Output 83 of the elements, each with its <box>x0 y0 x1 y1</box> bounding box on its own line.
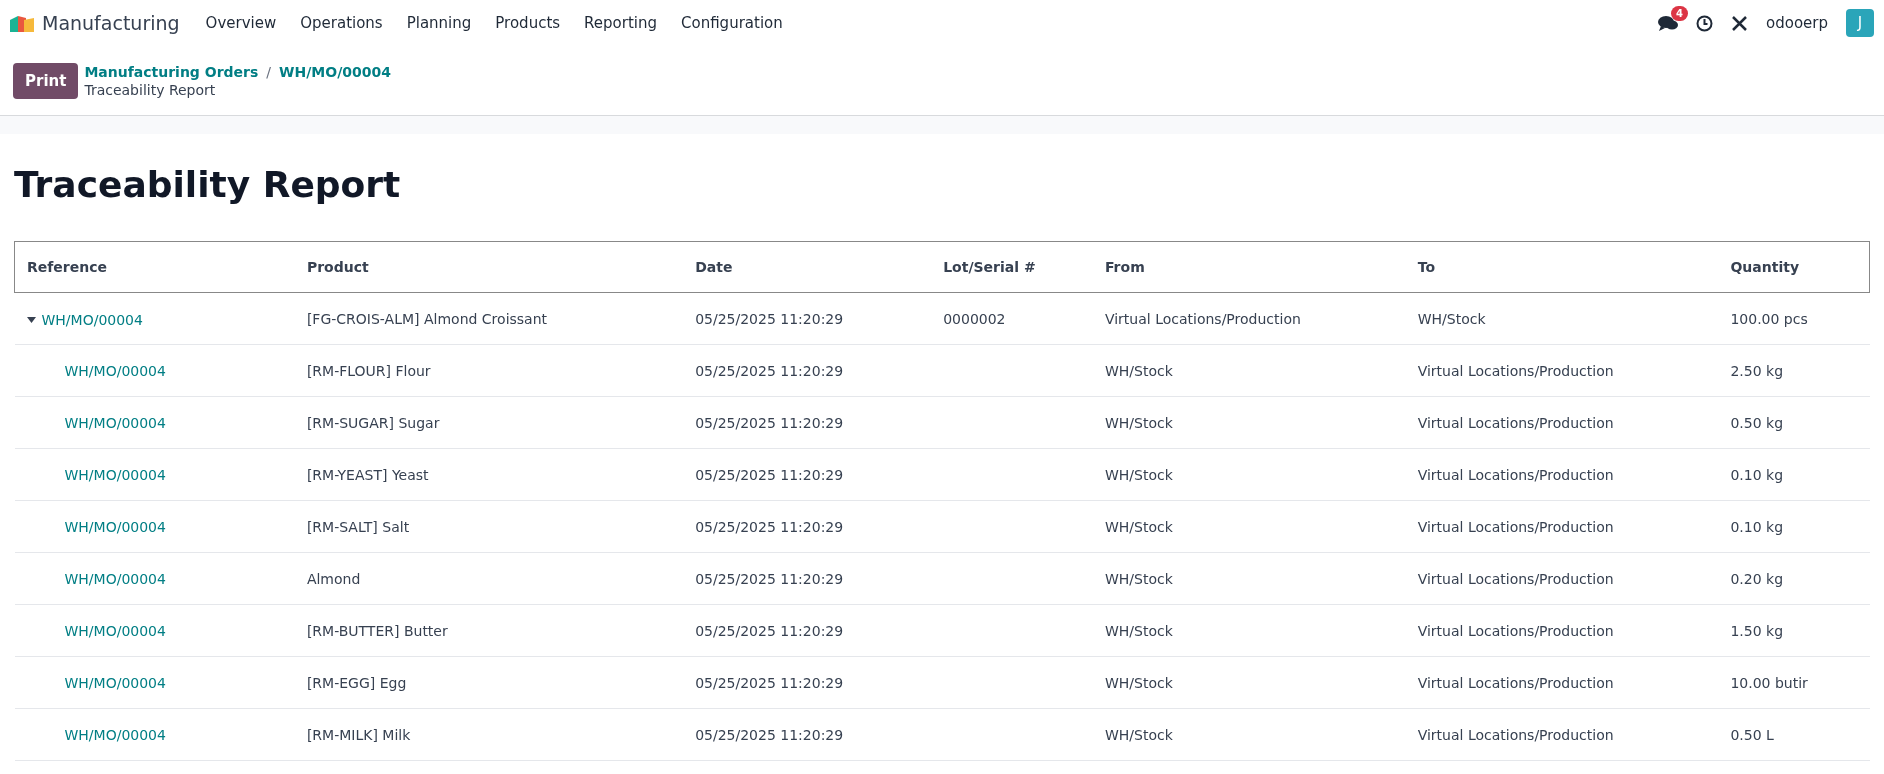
menu-item[interactable]: Operations <box>288 14 395 32</box>
table-cell: WH/Stock <box>1092 656 1406 709</box>
table-cell: 100.00 pcs <box>1718 292 1870 345</box>
table-cell: Almond <box>294 552 684 605</box>
company-name[interactable]: odooerp <box>1766 14 1828 32</box>
breadcrumb-separator: / <box>266 63 272 80</box>
breadcrumb-current: Traceability Report <box>84 81 217 98</box>
table-cell: [RM-FLOUR] Flour <box>294 344 684 397</box>
table-cell: 05/25/2025 11:20:29 <box>683 344 932 397</box>
table-cell: 1.50 kg <box>1718 604 1870 657</box>
menu-item[interactable]: Planning <box>394 14 484 32</box>
table-cell: Virtual Locations/Production <box>1092 292 1406 345</box>
table-cell: 0.10 kg <box>1718 448 1870 501</box>
table-cell: Virtual Locations/Production <box>1405 396 1719 449</box>
column-header: To <box>1405 241 1719 293</box>
table-cell: WH/Stock <box>1092 604 1406 657</box>
menu-item[interactable]: Reporting <box>572 14 669 32</box>
column-header: Date <box>683 241 932 293</box>
table-cell: 05/25/2025 11:20:29 <box>683 292 932 345</box>
menu-item[interactable]: Products <box>483 14 573 32</box>
app-name: Manufacturing <box>42 12 180 34</box>
reference-link[interactable]: WH/MO/00004 <box>26 726 166 743</box>
breadcrumb-link[interactable]: WH/MO/00004 <box>279 63 391 80</box>
reference-link[interactable]: WH/MO/00004 <box>26 311 143 328</box>
table-cell: [RM-SUGAR] Sugar <box>294 396 684 449</box>
column-header: Product <box>294 241 684 293</box>
table-cell: WH/Stock <box>1092 344 1406 397</box>
reference-link[interactable]: WH/MO/00004 <box>26 466 166 483</box>
reference-link[interactable]: WH/MO/00004 <box>26 362 166 379</box>
reference-link[interactable]: WH/MO/00004 <box>26 622 166 639</box>
table-cell: 05/25/2025 11:20:29 <box>683 604 932 657</box>
table-cell: WH/Stock <box>1092 500 1406 553</box>
column-header: Lot/Serial # <box>931 241 1093 293</box>
table-cell: Virtual Locations/Production <box>1405 500 1719 553</box>
table-cell: WH/Stock <box>1092 708 1406 761</box>
table-cell: [RM-BUTTER] Butter <box>294 604 684 657</box>
table-cell: WH/Stock <box>1092 448 1406 501</box>
table-cell: 05/25/2025 11:20:29 <box>683 500 932 553</box>
app-logo-icon <box>10 14 34 32</box>
user-avatar[interactable]: J <box>1846 9 1874 37</box>
table-cell: 0.10 kg <box>1718 500 1870 553</box>
table-cell: Virtual Locations/Production <box>1405 656 1719 709</box>
reference-link[interactable]: WH/MO/00004 <box>26 414 166 431</box>
table-cell: Virtual Locations/Production <box>1405 708 1719 761</box>
table-cell: [RM-MILK] Milk <box>294 708 684 761</box>
table-cell: [FG-CROIS-ALM] Almond Croissant <box>294 292 684 345</box>
table-cell: WH/Stock <box>1092 552 1406 605</box>
column-header: From <box>1092 241 1406 293</box>
menu-item[interactable]: Configuration <box>669 14 795 32</box>
table-cell: 0000002 <box>931 292 1093 345</box>
table-cell: 05/25/2025 11:20:29 <box>683 656 932 709</box>
table-cell: Virtual Locations/Production <box>1405 448 1719 501</box>
chat-icon[interactable] <box>1658 14 1678 32</box>
column-header: Reference <box>14 241 295 293</box>
table-cell: Virtual Locations/Production <box>1405 344 1719 397</box>
table-cell: 05/25/2025 11:20:29 <box>683 708 932 761</box>
table-cell: 2.50 kg <box>1718 344 1870 397</box>
menu-item[interactable]: Overview <box>193 14 289 32</box>
reference-link[interactable]: WH/MO/00004 <box>26 674 166 691</box>
table-cell: 0.20 kg <box>1718 552 1870 605</box>
table-cell: 0.50 L <box>1718 708 1870 761</box>
reference-link[interactable]: WH/MO/00004 <box>26 570 166 587</box>
table-cell: 0.50 kg <box>1718 396 1870 449</box>
table-cell: Virtual Locations/Production <box>1405 604 1719 657</box>
breadcrumb-link[interactable]: Manufacturing Orders <box>84 63 259 80</box>
caret-down-icon <box>26 316 36 323</box>
table-cell: 10.00 butir <box>1718 656 1870 709</box>
table-cell: [RM-YEAST] Yeast <box>294 448 684 501</box>
table-cell: [RM-SALT] Salt <box>294 500 684 553</box>
table-cell: WH/Stock <box>1092 396 1406 449</box>
print-button[interactable]: Print <box>13 62 79 99</box>
tools-icon[interactable] <box>1731 14 1748 32</box>
reference-link[interactable]: WH/MO/00004 <box>26 518 166 535</box>
table-cell: 05/25/2025 11:20:29 <box>683 552 932 605</box>
table-cell: 05/25/2025 11:20:29 <box>683 396 932 449</box>
table-cell: 05/25/2025 11:20:29 <box>683 448 932 501</box>
notification-badge: 4 <box>1671 5 1688 21</box>
table-cell: [RM-EGG] Egg <box>294 656 684 709</box>
report-title: Traceability Report <box>14 164 402 205</box>
clock-icon[interactable] <box>1696 14 1713 32</box>
table-cell: WH/Stock <box>1405 292 1719 345</box>
column-header: Quantity <box>1718 241 1870 293</box>
table-cell: Virtual Locations/Production <box>1405 552 1719 605</box>
